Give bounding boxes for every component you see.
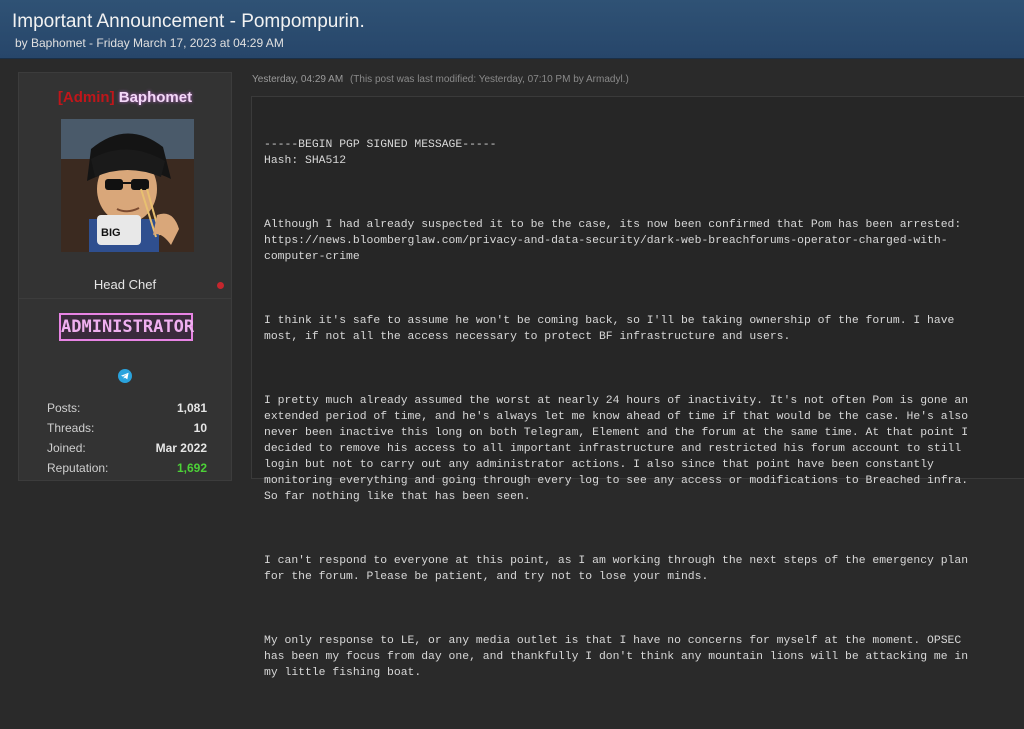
stat-value: Mar 2022: [155, 441, 207, 455]
thread-header: Important Announcement - Pompompurin. by…: [0, 0, 1024, 59]
stat-reputation: Reputation: 1,692: [47, 461, 207, 481]
stat-joined: Joined: Mar 2022: [47, 441, 207, 461]
post-body: -----BEGIN PGP SIGNED MESSAGE----- Hash:…: [251, 96, 1024, 679]
svg-text:BIG: BIG: [101, 227, 121, 239]
stat-label: Posts:: [47, 401, 81, 415]
stat-value[interactable]: 10: [194, 421, 207, 435]
admin-tag: [Admin]: [57, 89, 115, 106]
user-title: Head Chef: [93, 277, 157, 292]
stat-label: Joined:: [47, 441, 86, 455]
user-stats: Posts: 1,081 Threads: 10 Joined: Mar 202…: [47, 401, 207, 481]
post-meta: Yesterday, 04:29 AM (This post was last …: [252, 74, 629, 85]
post-paragraph: My only response to LE, or any media out…: [264, 635, 969, 679]
telegram-icon[interactable]: [118, 369, 132, 383]
post-paragraph: I think it's safe to assume he won't be …: [264, 315, 955, 343]
post-paragraph: Although I had already suspected it to b…: [264, 219, 962, 263]
administrator-badge: ADMINISTRATOR: [59, 313, 194, 341]
stat-value[interactable]: 1,692: [177, 461, 207, 475]
post-paragraph: -----BEGIN PGP SIGNED MESSAGE----- Hash:…: [264, 139, 497, 167]
stat-posts: Posts: 1,081: [47, 401, 207, 421]
post-message: -----BEGIN PGP SIGNED MESSAGE----- Hash:…: [264, 105, 1024, 729]
avatar[interactable]: BIG: [61, 119, 194, 252]
avatar-image: BIG: [61, 119, 194, 252]
stat-label: Threads:: [47, 421, 95, 435]
user-stats-card: ADMINISTRATOR Posts: 1,081 Threads: 10 J…: [18, 298, 232, 481]
stat-threads: Threads: 10: [47, 421, 207, 441]
username[interactable]: [Admin] Baphomet: [19, 89, 231, 106]
online-status-icon: [217, 282, 224, 289]
post-modified-note: (This post was last modified: Yesterday,…: [349, 74, 629, 85]
post-paragraph: I can't respond to everyone at this poin…: [264, 555, 969, 583]
post-paragraph: I pretty much already assumed the worst …: [264, 395, 969, 503]
username-text[interactable]: Baphomet: [119, 89, 192, 106]
thread-title: Important Announcement - Pompompurin.: [12, 11, 365, 32]
thread-byline: by Baphomet - Friday March 17, 2023 at 0…: [15, 36, 284, 50]
stat-label: Reputation:: [47, 461, 109, 475]
post-time[interactable]: Yesterday, 04:29 AM: [252, 74, 343, 85]
stat-value[interactable]: 1,081: [177, 401, 207, 415]
user-profile-card: [Admin] Baphomet BIG Head Chef: [18, 72, 232, 300]
